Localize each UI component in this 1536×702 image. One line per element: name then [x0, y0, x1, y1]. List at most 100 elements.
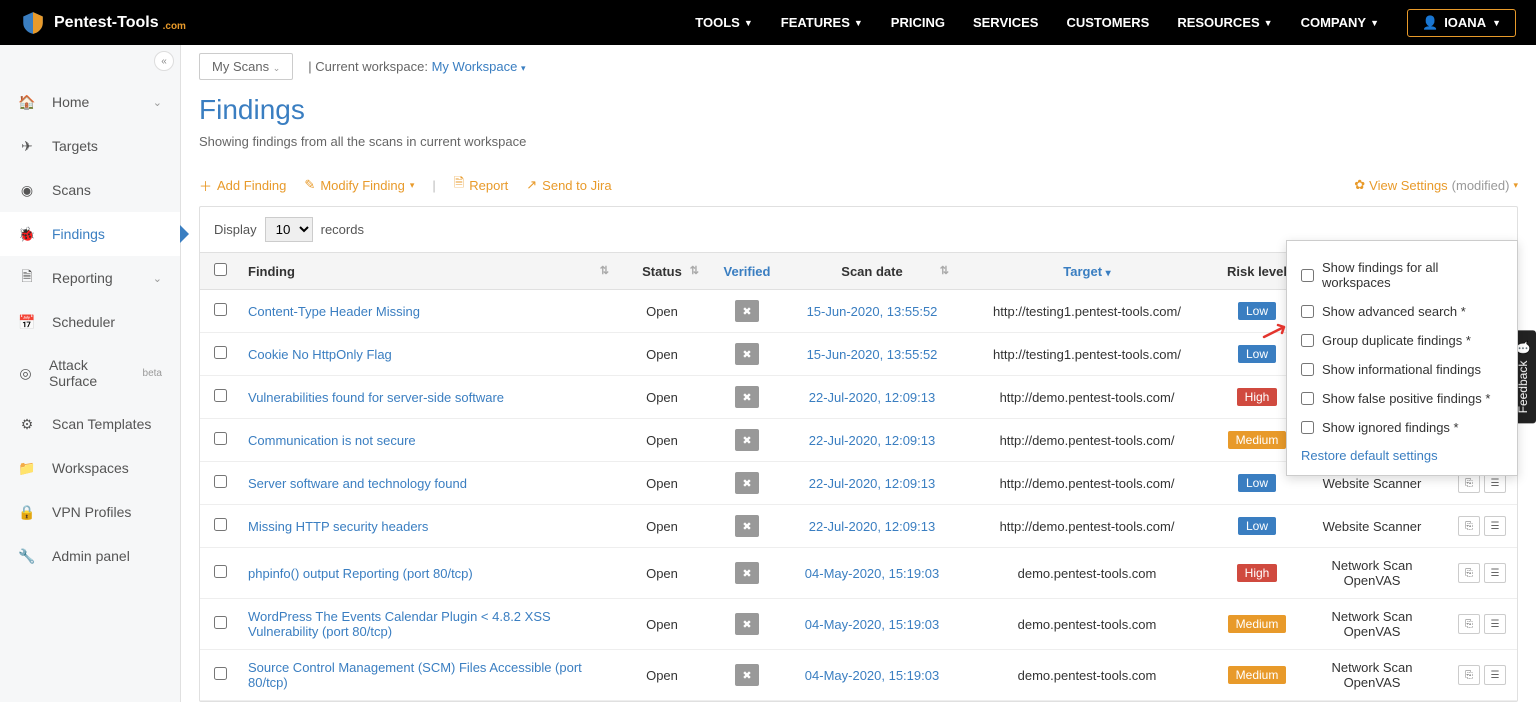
workspace-selector[interactable]: My Workspace ▾	[432, 59, 526, 74]
opt-all-workspaces[interactable]: Show findings for all workspaces	[1301, 253, 1503, 297]
copy-button[interactable]: ⎘	[1458, 665, 1480, 685]
copy-button[interactable]: ⎘	[1458, 563, 1480, 583]
sidebar-item-admin[interactable]: 🔧Admin panel	[0, 534, 180, 578]
finding-link[interactable]: Server software and technology found	[248, 476, 467, 491]
scan-date[interactable]: 22-Jul-2020, 12:09:13	[809, 390, 935, 405]
user-menu[interactable]: 👤IOANA▼	[1407, 9, 1516, 37]
scan-date[interactable]: 22-Jul-2020, 12:09:13	[809, 519, 935, 534]
status-cell: Open	[617, 290, 707, 333]
sidebar-item-scan-templates[interactable]: ⚙Scan Templates	[0, 402, 180, 446]
scan-date[interactable]: 22-Jul-2020, 12:09:13	[809, 433, 935, 448]
send-to-jira-button[interactable]: ↗Send to Jira	[526, 177, 611, 193]
finding-link[interactable]: Vulnerabilities found for server-side so…	[248, 390, 504, 405]
row-checkbox[interactable]	[214, 432, 227, 445]
nav-resources[interactable]: RESOURCES▼	[1177, 15, 1272, 30]
sidebar-item-home[interactable]: 🏠Home⌄	[0, 80, 180, 124]
verify-button[interactable]: ✖	[735, 515, 759, 537]
finding-link[interactable]: Content-Type Header Missing	[248, 304, 420, 319]
select-all-header[interactable]	[200, 253, 240, 290]
list-button[interactable]: ☰	[1484, 516, 1506, 536]
nav-features[interactable]: FEATURES▼	[781, 15, 863, 30]
col-verified[interactable]: Verified	[707, 253, 787, 290]
finding-link[interactable]: Communication is not secure	[248, 433, 416, 448]
nav-customers[interactable]: CUSTOMERS	[1066, 15, 1149, 30]
opt-group-duplicates[interactable]: Group duplicate findings *	[1301, 326, 1503, 355]
sidebar-item-targets[interactable]: ✈Targets	[0, 124, 180, 168]
finding-link[interactable]: phpinfo() output Reporting (port 80/tcp)	[248, 566, 473, 581]
sidebar-item-reporting[interactable]: 🗎Reporting⌄	[0, 256, 180, 300]
view-settings-button[interactable]: ✿View Settings (modified) ▾	[1354, 177, 1518, 193]
opt-ignored[interactable]: Show ignored findings *	[1301, 413, 1503, 442]
finding-link[interactable]: WordPress The Events Calendar Plugin < 4…	[248, 609, 551, 639]
copy-button[interactable]: ⎘	[1458, 516, 1480, 536]
records-per-page-select[interactable]: 10	[265, 217, 313, 242]
col-status[interactable]: Status	[617, 253, 707, 290]
nav-company[interactable]: COMPANY▼	[1301, 15, 1379, 30]
verify-button[interactable]: ✖	[735, 429, 759, 451]
verify-button[interactable]: ✖	[735, 472, 759, 494]
opt-advanced-search[interactable]: Show advanced search *	[1301, 297, 1503, 326]
target-cell: http://testing1.pentest-tools.com/	[957, 290, 1217, 333]
finding-link[interactable]: Missing HTTP security headers	[248, 519, 428, 534]
status-cell: Open	[617, 462, 707, 505]
list-button[interactable]: ☰	[1484, 563, 1506, 583]
scan-date[interactable]: 15-Jun-2020, 13:55:52	[807, 304, 938, 319]
add-finding-button[interactable]: ＋Add Finding	[199, 176, 286, 195]
nav-tools[interactable]: TOOLS▼	[695, 15, 752, 30]
scan-date[interactable]: 22-Jul-2020, 12:09:13	[809, 476, 935, 491]
verify-button[interactable]: ✖	[735, 613, 759, 635]
col-target[interactable]: Target ▾	[957, 253, 1217, 290]
row-checkbox[interactable]	[214, 518, 227, 531]
verify-button[interactable]: ✖	[735, 343, 759, 365]
row-checkbox[interactable]	[214, 346, 227, 359]
sidebar-item-vpn[interactable]: 🔒VPN Profiles	[0, 490, 180, 534]
row-checkbox[interactable]	[214, 667, 227, 680]
nav-pricing[interactable]: PRICING	[891, 15, 945, 30]
verify-button[interactable]: ✖	[735, 300, 759, 322]
list-button[interactable]: ☰	[1484, 665, 1506, 685]
col-finding[interactable]: Finding	[240, 253, 617, 290]
verify-button[interactable]: ✖	[735, 562, 759, 584]
scan-date[interactable]: 04-May-2020, 15:19:03	[805, 668, 939, 683]
risk-badge: Medium	[1228, 615, 1287, 633]
row-checkbox[interactable]	[214, 475, 227, 488]
verify-button[interactable]: ✖	[735, 386, 759, 408]
sidebar-item-scheduler[interactable]: 📅Scheduler	[0, 300, 180, 344]
sidebar-item-findings[interactable]: 🐞Findings	[0, 212, 180, 256]
copy-button[interactable]: ⎘	[1458, 473, 1480, 493]
status-cell: Open	[617, 505, 707, 548]
opt-false-positive[interactable]: Show false positive findings *	[1301, 384, 1503, 413]
modify-finding-button[interactable]: ✎Modify Finding ▾	[304, 177, 414, 193]
scan-date[interactable]: 15-Jun-2020, 13:55:52	[807, 347, 938, 362]
sidebar-item-workspaces[interactable]: 📁Workspaces	[0, 446, 180, 490]
copy-button[interactable]: ⎘	[1458, 614, 1480, 634]
sidebar-item-scans[interactable]: ◉Scans	[0, 168, 180, 212]
restore-defaults-link[interactable]: Restore default settings	[1301, 442, 1503, 463]
opt-informational[interactable]: Show informational findings	[1301, 355, 1503, 384]
col-risk[interactable]: Risk level	[1217, 253, 1297, 290]
target-cell: http://testing1.pentest-tools.com/	[957, 333, 1217, 376]
col-scan-date[interactable]: Scan date	[787, 253, 957, 290]
page-title: Findings	[199, 94, 1518, 126]
finding-link[interactable]: Source Control Management (SCM) Files Ac…	[248, 660, 582, 690]
sub-header: My Scans ⌄ | Current workspace: My Works…	[181, 45, 1536, 88]
row-checkbox[interactable]	[214, 389, 227, 402]
scan-date[interactable]: 04-May-2020, 15:19:03	[805, 566, 939, 581]
nav-services[interactable]: SERVICES	[973, 15, 1039, 30]
row-checkbox[interactable]	[214, 616, 227, 629]
row-checkbox[interactable]	[214, 303, 227, 316]
select-all-checkbox[interactable]	[214, 263, 227, 276]
finding-link[interactable]: Cookie No HttpOnly Flag	[248, 347, 392, 362]
brand-suffix: .com	[163, 21, 186, 32]
my-scans-dropdown[interactable]: My Scans ⌄	[199, 53, 293, 80]
list-button[interactable]: ☰	[1484, 614, 1506, 634]
collapse-sidebar-button[interactable]: «	[154, 51, 174, 71]
scan-date[interactable]: 04-May-2020, 15:19:03	[805, 617, 939, 632]
logo[interactable]: Pentest-Tools .com	[20, 10, 186, 36]
row-checkbox[interactable]	[214, 565, 227, 578]
status-cell: Open	[617, 333, 707, 376]
sidebar-item-attack-surface[interactable]: ◎Attack Surfacebeta	[0, 344, 180, 402]
list-button[interactable]: ☰	[1484, 473, 1506, 493]
report-button[interactable]: 🗎Report	[454, 174, 508, 196]
verify-button[interactable]: ✖	[735, 664, 759, 686]
